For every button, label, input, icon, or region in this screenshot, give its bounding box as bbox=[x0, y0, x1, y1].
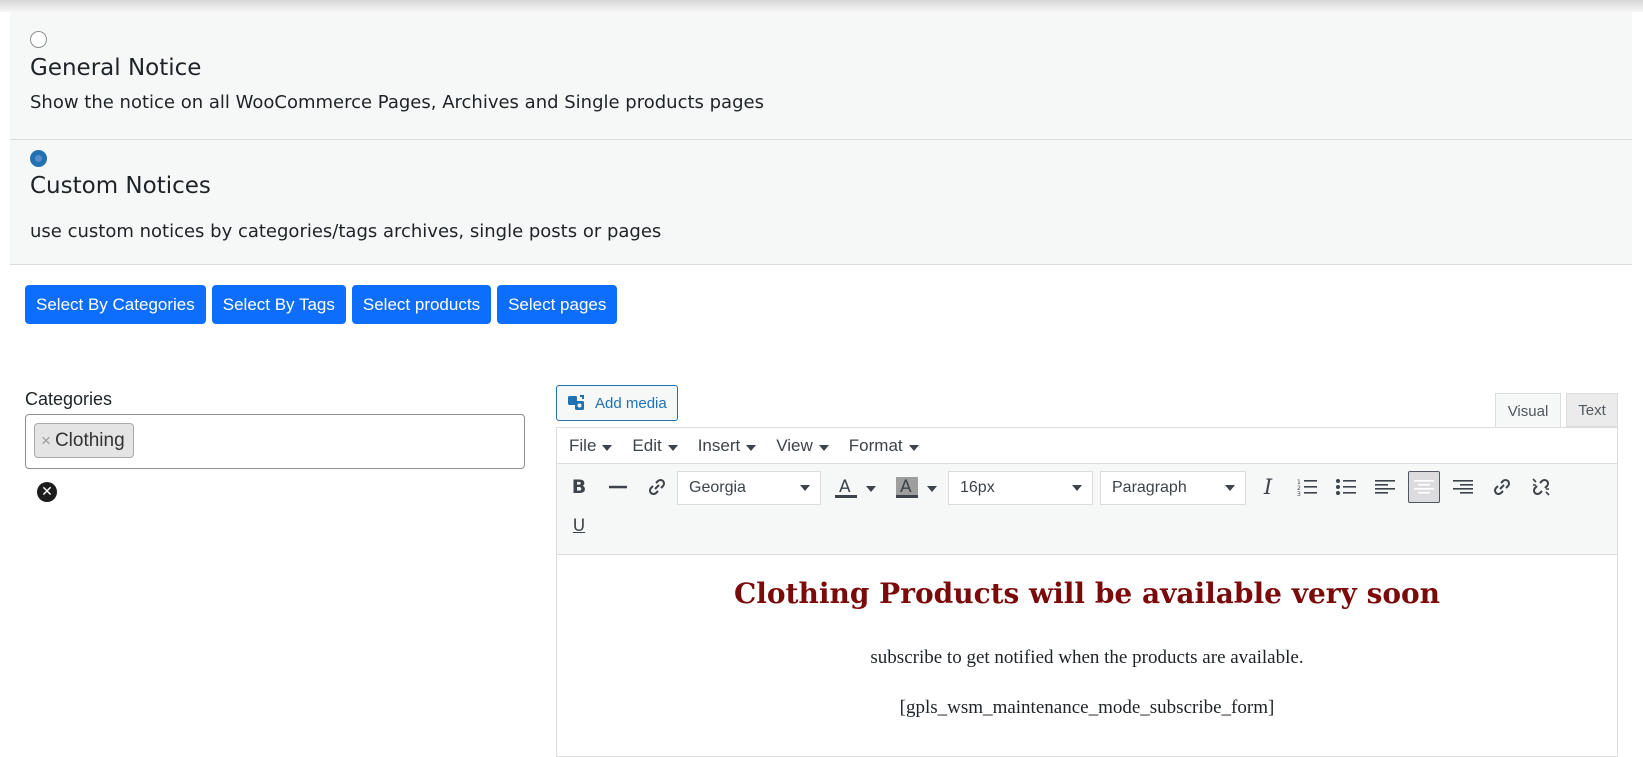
text-color-dropdown-icon[interactable] bbox=[866, 486, 876, 492]
chip-remove-icon[interactable]: × bbox=[41, 431, 51, 451]
svg-text:3: 3 bbox=[1297, 491, 1301, 496]
tab-visual[interactable]: Visual bbox=[1495, 393, 1561, 428]
bullet-list-icon[interactable] bbox=[1330, 471, 1362, 503]
font-family-select[interactable]: Georgia bbox=[677, 471, 821, 505]
background-color-dropdown-icon[interactable] bbox=[927, 486, 937, 492]
custom-notices-title: Custom Notices bbox=[30, 173, 211, 199]
select-products-button[interactable]: Select products bbox=[351, 285, 492, 324]
general-notice-option[interactable]: General Notice Show the notice on all Wo… bbox=[10, 12, 1632, 140]
tab-text[interactable]: Text bbox=[1566, 393, 1618, 427]
general-notice-radio[interactable] bbox=[30, 31, 47, 48]
subscribe-shortcode: [gpls_wsm_maintenance_mode_subscribe_for… bbox=[899, 697, 1275, 718]
select-by-tags-button[interactable]: Select By Tags bbox=[211, 285, 346, 324]
category-chip: × Clothing bbox=[34, 423, 134, 458]
unlink-icon[interactable] bbox=[1525, 471, 1557, 503]
add-media-button[interactable]: Add media bbox=[556, 385, 678, 421]
custom-notices-option[interactable]: Custom Notices use custom notices by cat… bbox=[10, 140, 1632, 265]
media-icon bbox=[568, 395, 584, 410]
svg-text:A: A bbox=[900, 477, 912, 497]
editor-menubar: File Edit Insert View Format bbox=[557, 428, 1617, 464]
general-notice-description: Show the notice on all WooCommerce Pages… bbox=[30, 92, 764, 113]
chevron-down-icon bbox=[908, 444, 919, 451]
custom-notices-description: use custom notices by categories/tags ar… bbox=[30, 221, 662, 242]
svg-text:A: A bbox=[839, 477, 851, 497]
chevron-down-icon bbox=[1225, 485, 1235, 491]
menu-view[interactable]: View bbox=[776, 436, 829, 456]
chip-label: Clothing bbox=[54, 429, 125, 451]
general-notice-title: General Notice bbox=[30, 55, 202, 81]
select-by-categories-button[interactable]: Select By Categories bbox=[25, 285, 206, 324]
menu-file[interactable]: File bbox=[569, 436, 613, 456]
insert-link-icon[interactable] bbox=[1486, 471, 1518, 503]
notice-subtext: subscribe to get notified when the produ… bbox=[870, 647, 1304, 668]
custom-notices-radio[interactable] bbox=[30, 150, 47, 167]
chevron-down-icon bbox=[667, 444, 678, 451]
top-shadow bbox=[0, 0, 1643, 12]
menu-edit[interactable]: Edit bbox=[632, 436, 678, 456]
chevron-down-icon bbox=[800, 485, 810, 491]
editor-toolbar: B Georgia A A 16px Paragraph I 123 U bbox=[557, 464, 1617, 555]
menu-format[interactable]: Format bbox=[849, 436, 919, 456]
text-color-icon[interactable]: A bbox=[829, 471, 861, 503]
chevron-down-icon bbox=[1072, 485, 1082, 491]
link-icon[interactable] bbox=[641, 471, 673, 503]
align-right-icon[interactable] bbox=[1447, 471, 1479, 503]
bold-icon[interactable]: B bbox=[563, 471, 595, 503]
chevron-down-icon bbox=[818, 444, 829, 451]
categories-select[interactable]: × Clothing bbox=[25, 414, 525, 469]
rich-text-editor: File Edit Insert View Format B Georgia A… bbox=[556, 427, 1618, 757]
block-format-select[interactable]: Paragraph bbox=[1100, 471, 1246, 505]
align-left-icon[interactable] bbox=[1369, 471, 1401, 503]
clear-selection-icon[interactable]: ✕ bbox=[37, 482, 57, 502]
select-pages-button[interactable]: Select pages bbox=[497, 285, 618, 324]
numbered-list-icon[interactable]: 123 bbox=[1291, 471, 1323, 503]
add-media-label: Add media bbox=[595, 394, 667, 412]
align-center-icon[interactable] bbox=[1408, 471, 1440, 503]
chevron-down-icon bbox=[746, 444, 757, 451]
chevron-down-icon bbox=[602, 444, 613, 451]
horizontal-line-icon[interactable] bbox=[602, 471, 634, 503]
background-color-icon[interactable]: A bbox=[890, 471, 922, 503]
categories-label: Categories bbox=[25, 389, 113, 409]
underline-icon[interactable]: U bbox=[563, 510, 595, 542]
notice-heading: Clothing Products will be available very… bbox=[733, 577, 1441, 610]
select-buttons-row: Select By Categories Select By Tags Sele… bbox=[25, 285, 618, 324]
italic-icon[interactable]: I bbox=[1252, 471, 1284, 503]
font-size-select[interactable]: 16px bbox=[948, 471, 1093, 505]
menu-insert[interactable]: Insert bbox=[698, 436, 757, 456]
